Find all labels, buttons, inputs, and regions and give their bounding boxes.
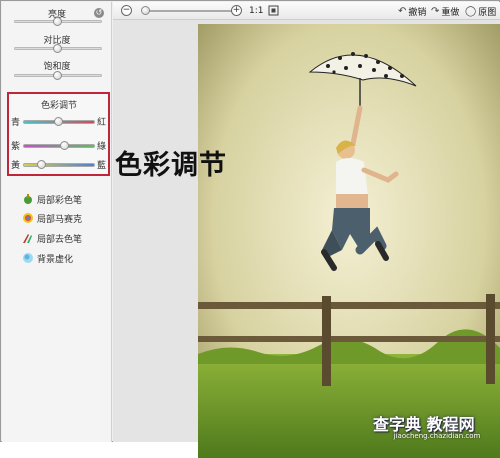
toolbar: − + 1:1 ↶ 撤销 ↷ 重做 ◯ 原图 <box>113 2 500 20</box>
magenta-label: 紫 <box>11 142 21 152</box>
original-button[interactable]: ◯ 原图 <box>465 5 497 18</box>
yellow-blue-slider-track[interactable] <box>23 163 95 167</box>
color-adjust-callout: 色彩调节 <box>115 150 227 181</box>
editor-window: ↺ 亮度 对比度 饱和度 色彩调节 青 紅 紫 綠 黃 藍 局部彩色笔 局部马赛… <box>0 0 500 458</box>
yellow-blue-slider-thumb[interactable] <box>37 160 46 169</box>
edited-photo[interactable] <box>198 24 500 458</box>
site-watermark: 查字典 教程网 jiaocheng.chazidian.com <box>373 411 500 443</box>
tool-label: 局部马赛克 <box>37 214 83 225</box>
cyan-red-slider-thumb[interactable] <box>54 117 63 126</box>
desaturate-brush-icon <box>23 234 32 243</box>
photo-image <box>198 24 500 458</box>
redo-button[interactable]: ↷ 重做 <box>431 5 460 18</box>
tool-label: 背景虚化 <box>37 254 74 265</box>
tool-background-blur[interactable]: 背景虚化 <box>22 251 73 265</box>
red-label: 紅 <box>97 118 107 128</box>
zoom-slider-thumb[interactable] <box>141 6 150 15</box>
watermark-url: jiaocheng.chazidian.com <box>393 432 481 440</box>
tool-local-color-brush[interactable]: 局部彩色笔 <box>22 192 82 206</box>
brightness-slider-thumb[interactable] <box>53 17 62 26</box>
mosaic-icon <box>23 213 33 223</box>
zoom-in-button[interactable]: + <box>231 5 242 16</box>
tool-local-desaturate-brush[interactable]: 局部去色笔 <box>22 231 82 245</box>
undo-icon: ↶ <box>398 5 407 17</box>
original-label: 原图 <box>478 7 497 18</box>
green-label: 綠 <box>97 142 107 152</box>
tool-label: 局部去色笔 <box>37 234 83 245</box>
yellow-label: 黃 <box>11 161 21 171</box>
redo-icon: ↷ <box>431 5 440 17</box>
color-balance-box: 色彩调节 青 紅 紫 綠 黃 藍 <box>7 92 110 176</box>
saturation-slider-thumb[interactable] <box>53 71 62 80</box>
magenta-green-slider-track[interactable] <box>23 144 95 148</box>
zoom-out-button[interactable]: − <box>121 5 132 16</box>
fit-screen-icon[interactable] <box>268 5 279 16</box>
undo-label: 撤销 <box>408 7 427 18</box>
color-brush-icon <box>24 194 32 204</box>
contrast-slider-thumb[interactable] <box>53 44 62 53</box>
image-canvas <box>113 20 500 458</box>
redo-label: 重做 <box>441 7 460 18</box>
color-balance-title: 色彩调节 <box>40 101 77 111</box>
undo-button[interactable]: ↶ 撤销 <box>398 5 427 18</box>
tool-local-mosaic[interactable]: 局部马赛克 <box>22 211 82 225</box>
zoom-slider-track[interactable] <box>143 10 233 12</box>
cyan-label: 青 <box>11 118 21 128</box>
adjustment-panel: ↺ 亮度 对比度 饱和度 色彩调节 青 紅 紫 綠 黃 藍 局部彩色笔 局部马赛… <box>2 2 112 442</box>
magenta-green-slider-thumb[interactable] <box>60 141 69 150</box>
original-icon: ◯ <box>465 5 477 17</box>
tool-label: 局部彩色笔 <box>37 195 83 206</box>
background-blur-icon <box>23 253 33 263</box>
actual-size-button[interactable]: 1:1 <box>249 6 263 16</box>
blue-label: 藍 <box>97 161 107 171</box>
